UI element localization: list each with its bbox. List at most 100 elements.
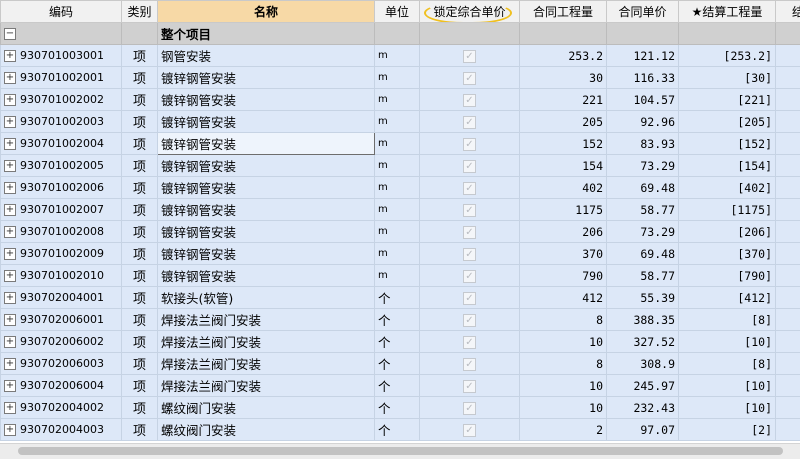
lock-checkbox[interactable]: ✓ (463, 380, 476, 393)
settle-qty-cell[interactable]: [790] (679, 265, 776, 287)
settle-qty-cell[interactable]: [10] (679, 375, 776, 397)
lock-checkbox[interactable]: ✓ (463, 424, 476, 437)
lock-price-cell[interactable]: ✓ (420, 177, 520, 199)
table-row[interactable]: +930701002005项镀锌钢管安装m✓15473.29[154] (1, 155, 800, 177)
code-cell[interactable]: +930701002003 (1, 111, 122, 133)
table-row[interactable]: +930701002002项镀锌钢管安装m✓221104.57[221] (1, 89, 800, 111)
settle-qty-cell[interactable]: [205] (679, 111, 776, 133)
code-cell[interactable]: +930701002002 (1, 89, 122, 111)
collapse-icon[interactable]: − (4, 28, 16, 40)
expand-icon[interactable]: + (4, 226, 16, 238)
type-cell[interactable]: 项 (122, 111, 158, 133)
name-cell[interactable]: 焊接法兰阀门安装 (158, 331, 375, 353)
unit-cell[interactable]: m (375, 199, 420, 221)
unit-cell[interactable]: m (375, 133, 420, 155)
type-cell[interactable]: 项 (122, 133, 158, 155)
lock-price-cell[interactable]: ✓ (420, 419, 520, 441)
expand-icon[interactable]: + (4, 292, 16, 304)
settle-extra-cell[interactable] (776, 375, 800, 397)
type-cell[interactable]: 项 (122, 397, 158, 419)
contract-qty-cell[interactable]: 30 (520, 67, 607, 89)
contract-price-cell[interactable]: 232.43 (607, 397, 679, 419)
unit-cell[interactable]: m (375, 67, 420, 89)
expand-icon[interactable]: + (4, 270, 16, 282)
type-cell[interactable]: 项 (122, 221, 158, 243)
expand-icon[interactable]: + (4, 160, 16, 172)
lock-checkbox[interactable]: ✓ (463, 50, 476, 63)
contract-qty-cell[interactable]: 206 (520, 221, 607, 243)
settle-extra-cell[interactable] (776, 177, 800, 199)
table-row[interactable]: +930702004003项螺纹阀门安装个✓297.07[2] (1, 419, 800, 441)
name-cell[interactable]: 镀锌钢管安装 (158, 177, 375, 199)
expand-icon[interactable]: + (4, 72, 16, 84)
contract-price-cell[interactable]: 73.29 (607, 155, 679, 177)
settle-qty-cell[interactable]: [1175] (679, 199, 776, 221)
header-settle-partial[interactable]: 结 (776, 1, 800, 23)
contract-qty-cell[interactable]: 10 (520, 397, 607, 419)
name-cell[interactable]: 焊接法兰阀门安装 (158, 309, 375, 331)
contract-price-cell[interactable]: 116.33 (607, 67, 679, 89)
expand-icon[interactable]: + (4, 116, 16, 128)
table-row[interactable]: +930701002004项镀锌钢管安装m✓15283.93[152] (1, 133, 800, 155)
type-cell[interactable]: 项 (122, 89, 158, 111)
expand-icon[interactable]: + (4, 358, 16, 370)
table-row[interactable]: +930702006003项焊接法兰阀门安装个✓8308.9[8] (1, 353, 800, 375)
contract-price-cell[interactable]: 97.07 (607, 419, 679, 441)
code-cell[interactable]: +930701002008 (1, 221, 122, 243)
name-cell[interactable]: 镀锌钢管安装 (158, 133, 375, 155)
lock-checkbox[interactable]: ✓ (463, 204, 476, 217)
scrollbar-thumb[interactable] (18, 447, 783, 455)
lock-price-cell[interactable]: ✓ (420, 133, 520, 155)
name-cell[interactable]: 镀锌钢管安装 (158, 89, 375, 111)
settle-qty-cell[interactable]: [412] (679, 287, 776, 309)
table-row[interactable]: +930701002008项镀锌钢管安装m✓20673.29[206] (1, 221, 800, 243)
header-settle-qty[interactable]: ★结算工程量 (679, 1, 776, 23)
lock-price-cell[interactable]: ✓ (420, 375, 520, 397)
contract-qty-cell[interactable]: 8 (520, 353, 607, 375)
lock-checkbox[interactable]: ✓ (463, 226, 476, 239)
lock-checkbox[interactable]: ✓ (463, 292, 476, 305)
type-cell[interactable]: 项 (122, 309, 158, 331)
code-cell[interactable]: +930701002001 (1, 67, 122, 89)
unit-cell[interactable]: m (375, 177, 420, 199)
table-row[interactable]: +930702006004项焊接法兰阀门安装个✓10245.97[10] (1, 375, 800, 397)
table-row[interactable]: +930702004001项软接头(软管)个✓41255.39[412] (1, 287, 800, 309)
type-cell[interactable]: 项 (122, 243, 158, 265)
unit-cell[interactable]: 个 (375, 331, 420, 353)
code-cell[interactable]: +930701002010 (1, 265, 122, 287)
code-cell[interactable]: +930701002006 (1, 177, 122, 199)
settle-qty-cell[interactable]: [2] (679, 419, 776, 441)
settle-extra-cell[interactable] (776, 155, 800, 177)
settle-qty-cell[interactable]: [30] (679, 67, 776, 89)
settle-qty-cell[interactable]: [152] (679, 133, 776, 155)
contract-price-cell[interactable]: 245.97 (607, 375, 679, 397)
unit-cell[interactable]: 个 (375, 419, 420, 441)
code-cell[interactable]: +930701002004 (1, 133, 122, 155)
lock-checkbox[interactable]: ✓ (463, 402, 476, 415)
unit-cell[interactable]: 个 (375, 287, 420, 309)
name-cell[interactable]: 镀锌钢管安装 (158, 221, 375, 243)
horizontal-scrollbar[interactable] (0, 443, 800, 459)
type-cell[interactable]: 项 (122, 331, 158, 353)
name-cell[interactable]: 镀锌钢管安装 (158, 199, 375, 221)
expand-icon[interactable]: + (4, 182, 16, 194)
lock-price-cell[interactable]: ✓ (420, 397, 520, 419)
settle-qty-cell[interactable]: [8] (679, 353, 776, 375)
code-cell[interactable]: +930701003001 (1, 45, 122, 67)
contract-qty-cell[interactable]: 1175 (520, 199, 607, 221)
lock-checkbox[interactable]: ✓ (463, 336, 476, 349)
type-cell[interactable]: 项 (122, 287, 158, 309)
name-cell[interactable]: 钢管安装 (158, 45, 375, 67)
expand-icon[interactable]: + (4, 248, 16, 260)
code-cell[interactable]: +930701002009 (1, 243, 122, 265)
expand-icon[interactable]: + (4, 424, 16, 436)
table-row[interactable]: +930702004002项螺纹阀门安装个✓10232.43[10] (1, 397, 800, 419)
settle-qty-cell[interactable]: [154] (679, 155, 776, 177)
unit-cell[interactable]: 个 (375, 353, 420, 375)
expand-icon[interactable]: + (4, 402, 16, 414)
expand-icon[interactable]: + (4, 138, 16, 150)
lock-checkbox[interactable]: ✓ (463, 160, 476, 173)
expand-icon[interactable]: + (4, 94, 16, 106)
settle-qty-cell[interactable]: [221] (679, 89, 776, 111)
code-cell[interactable]: +930701002007 (1, 199, 122, 221)
